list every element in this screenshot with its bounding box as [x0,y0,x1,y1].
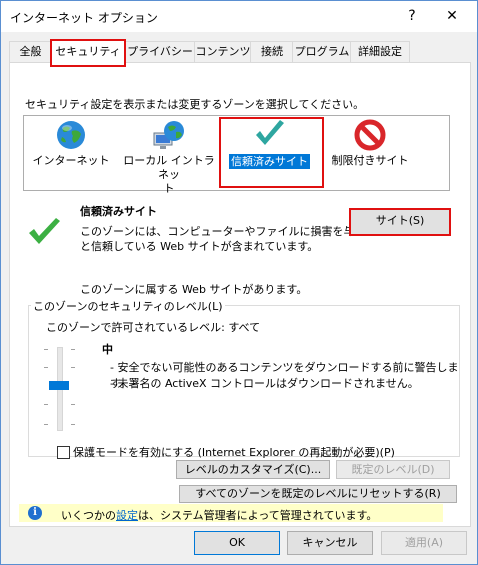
tab-connections[interactable]: 接続 [250,41,294,62]
zone-intranet-label-line1: ローカル イントラネッ [123,154,215,181]
info-icon: i [28,506,42,520]
tab-advanced[interactable]: 詳細設定 [350,41,410,62]
zone-local-intranet[interactable]: ローカル イントラネッ ト [119,119,219,196]
title-bar: インターネット オプション ? ✕ [1,1,477,32]
intranet-icon [153,121,184,149]
globe-icon [57,121,85,149]
has-sites-text: このゾーンに属する Web サイトがあります。 [80,283,308,296]
internet-options-window: インターネット オプション ? ✕ 全般 セキュリティ プライバシー コンテンツ… [0,0,478,565]
zone-prompt: セキュリティ設定を表示または変更するゾーンを選択してください。 [25,98,365,111]
settings-link[interactable]: 設定 [116,509,138,522]
slider-tick [44,424,48,425]
zone-internet[interactable]: インターネット [31,119,111,168]
zone-description-line1: このゾーンには、コンピューターやファイルに損害を与えない [80,225,388,238]
cancel-button[interactable]: キャンセル [287,531,373,555]
zone-restricted-label: 制限付きサイト [331,154,409,167]
custom-level-button[interactable]: レベルのカスタマイズ(C)... [176,460,330,479]
tab-content[interactable]: コンテンツ [194,41,252,62]
trusted-checkmark-icon [29,218,60,244]
default-level-button[interactable]: 既定のレベル(D) [336,460,450,479]
slider-tick [44,367,48,368]
protected-mode-label: 保護モードを有効にする (Internet Explorer の再起動が必要)(… [73,446,395,459]
managed-settings-text: いくつかの設定は、システム管理者によって管理されています。 [61,507,377,523]
info-prefix: いくつかの [61,509,116,522]
window-title: インターネット オプション [10,11,158,25]
security-level-name: 中 [102,343,113,356]
slider-tick [71,367,75,368]
close-button[interactable]: ✕ [437,3,467,29]
sites-button[interactable]: サイト(S) [349,208,451,236]
selected-zone-highlight [219,117,324,188]
slider-tick [71,424,75,425]
zone-description-line2: と信頼している Web サイトが含まれています。 [80,240,319,253]
reset-all-zones-button[interactable]: すべてのゾーンを既定のレベルにリセットする(R) [179,485,457,503]
restricted-icon [354,119,386,151]
tab-security[interactable]: セキュリティ [50,39,126,67]
tab-programs[interactable]: プログラム [292,41,352,62]
info-suffix: は、システム管理者によって管理されています。 [138,509,378,522]
zone-restricted-sites[interactable]: 制限付きサイト [327,119,413,168]
slider-tick [44,349,48,350]
allowed-level-text: このゾーンで許可されているレベル: すべて [46,321,261,334]
help-button[interactable]: ? [397,3,427,29]
zone-internet-label: インターネット [32,154,110,167]
tab-privacy[interactable]: プライバシー [124,41,196,62]
security-level-slider-thumb[interactable] [49,381,69,390]
selected-zone-name: 信頼済みサイト [80,205,157,218]
zone-intranet-label: ローカル イントラネッ ト [119,154,219,196]
slider-tick [71,404,75,405]
zone-intranet-label-line2: ト [163,182,175,195]
security-level-group-title: このゾーンのセキュリティのレベル(L) [31,298,225,314]
slider-tick [44,404,48,405]
slider-tick [71,349,75,350]
security-level-bullet2: - 未署名の ActiveX コントロールはダウンロードされません。 [110,377,419,390]
tab-general[interactable]: 全般 [9,41,52,62]
protected-mode-checkbox[interactable] [57,446,70,459]
ok-button[interactable]: OK [194,531,280,555]
apply-button[interactable]: 適用(A) [381,531,467,555]
